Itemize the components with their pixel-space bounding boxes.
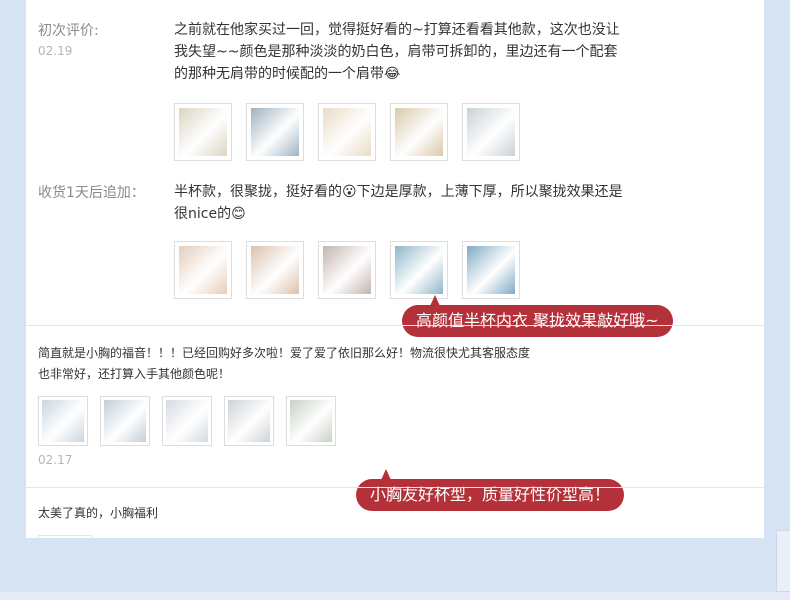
photo [323,108,371,156]
bubble-text: 高颜值半杯内衣 聚拢效果敲好哦~ [416,311,659,330]
second-review-photos [38,396,336,446]
review-photo-thumbnail[interactable] [286,396,336,446]
review-card: 初次评价: 02.19 之前就在他家买过一回，觉得挺好看的~打算还看看其他款，这… [26,0,764,538]
review-photo-thumbnail[interactable] [224,396,274,446]
review-photo-thumbnail[interactable] [174,103,232,161]
photo [104,400,146,442]
photo [179,246,227,294]
bubble-tail [381,469,391,480]
photo [290,400,332,442]
initial-review-label: 初次评价: [38,23,99,39]
review-line: 半杯款，很聚拢，挺好看的😮下边是厚款，上薄下厚，所以聚拢效果还是 [174,184,623,200]
review-line: 的那种无肩带的时候配的一个肩带😂 [174,66,401,82]
photo [42,400,84,442]
review-photo-thumbnail[interactable] [38,396,88,446]
highlight-bubble-cup-fit: 小胸友好杯型，质量好性价型高！ [356,469,625,511]
review-photo-thumbnail[interactable] [462,103,520,161]
review-line: 很nice的😊 [174,206,246,222]
review-photo-thumbnail[interactable] [318,103,376,161]
photo [251,108,299,156]
initial-review-photos [174,103,520,161]
bottom-bar [0,592,790,600]
bubble-tail [430,295,440,306]
review-photo-thumbnail[interactable] [246,241,304,299]
third-review-text: 太美了真的，小胸福利 [38,506,159,520]
review-photo-thumbnail[interactable] [38,535,92,538]
review-photo-thumbnail[interactable] [174,241,232,299]
followup-review-photos [174,241,520,299]
review-line: 也非常好，还打算入手其他颜色呢！ [38,367,231,381]
highlight-bubble-cup-style: 高颜值半杯内衣 聚拢效果敲好哦~ [402,295,673,337]
review-divider [26,487,764,488]
side-scroll-tab[interactable] [776,530,790,592]
second-review-date: 02.17 [38,453,73,467]
review-line: 我失望~~颜色是那种淡淡的奶白色，肩带可拆卸的，里边还有一个配套 [174,44,618,60]
photo [467,246,515,294]
review-photo-thumbnail[interactable] [318,241,376,299]
photo [323,246,371,294]
review-photo-thumbnail[interactable] [390,241,448,299]
initial-review-date: 02.19 [38,44,73,58]
photo [395,246,443,294]
second-review-text: 简直就是小胸的福音！！！已经回购好多次啦！爱了爱了依旧那么好！物流很快尤其客服态… [38,343,738,385]
review-photo-thumbnail[interactable] [462,241,520,299]
photo [251,246,299,294]
photo [228,400,270,442]
followup-review-label: 收货1天后追加： [38,185,145,201]
review-divider [26,325,764,326]
photo [166,400,208,442]
followup-review-text: 半杯款，很聚拢，挺好看的😮下边是厚款，上薄下厚，所以聚拢效果还是 很nice的😊 [174,181,744,225]
review-line: 简直就是小胸的福音！！！已经回购好多次啦！爱了爱了依旧那么好！物流很快尤其客服态… [38,346,531,360]
photo [179,108,227,156]
review-photo-thumbnail[interactable] [390,103,448,161]
initial-review-text: 之前就在他家买过一回，觉得挺好看的~打算还看看其他款，这次也没让 我失望~~颜色… [174,19,744,85]
review-photo-thumbnail[interactable] [162,396,212,446]
photo [467,108,515,156]
review-photo-thumbnail[interactable] [100,396,150,446]
review-line: 之前就在他家买过一回，觉得挺好看的~打算还看看其他款，这次也没让 [174,22,620,38]
photo [395,108,443,156]
review-photo-thumbnail[interactable] [246,103,304,161]
